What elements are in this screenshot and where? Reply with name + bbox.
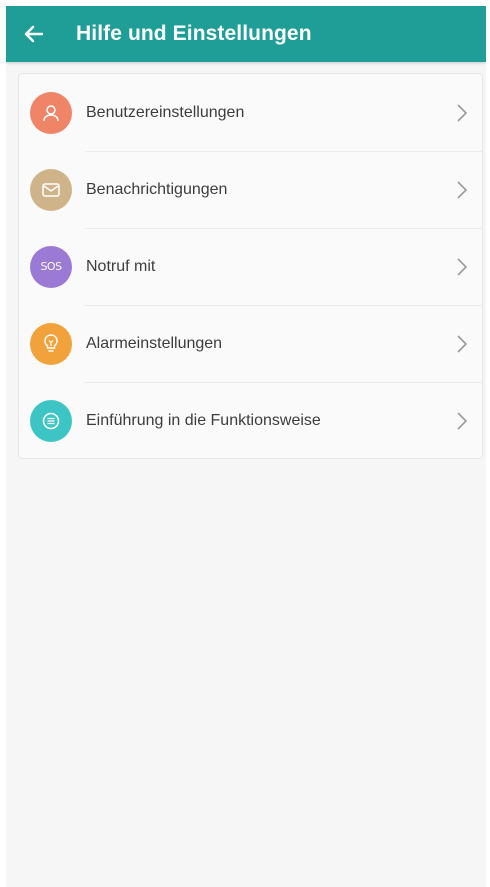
menu-item-label: Benachrichtigungen	[86, 180, 228, 198]
page-title: Hilfe und Einstellungen	[76, 22, 312, 45]
menu-item-notifications[interactable]: Benachrichtigungen	[19, 151, 482, 228]
menu-item-alarm-settings[interactable]: Alarmeinstellungen	[19, 305, 482, 382]
user-icon	[30, 91, 72, 134]
chevron-right-icon	[450, 178, 474, 202]
back-button[interactable]	[6, 6, 62, 62]
chevron-right-icon	[450, 409, 474, 433]
list-icon	[30, 399, 72, 442]
menu-item-emergency-call[interactable]: SOS Notruf mit	[19, 228, 482, 305]
arrow-left-icon	[24, 25, 44, 43]
chevron-right-icon	[450, 332, 474, 356]
sos-icon: SOS	[30, 245, 72, 288]
chevron-right-icon	[450, 101, 474, 125]
chevron-right-icon	[450, 255, 474, 279]
menu-item-user-settings[interactable]: Benutzereinstellungen	[19, 74, 482, 151]
bulb-icon	[30, 322, 72, 365]
menu-item-introduction[interactable]: Einführung in die Funktionsweise	[19, 382, 482, 459]
sos-icon-text: SOS	[40, 260, 62, 273]
screen: Hilfe und Einstellungen Benutzereinstell…	[6, 6, 486, 887]
menu-item-label: Einführung in die Funktionsweise	[86, 411, 321, 429]
menu-item-label: Notruf mit	[86, 257, 156, 275]
mail-icon	[30, 168, 72, 211]
menu-item-label: Benutzereinstellungen	[86, 103, 245, 121]
app-bar: Hilfe und Einstellungen	[6, 6, 486, 62]
settings-list: Benutzereinstellungen Benachrichtigungen…	[18, 73, 483, 459]
menu-item-label: Alarmeinstellungen	[86, 334, 223, 352]
